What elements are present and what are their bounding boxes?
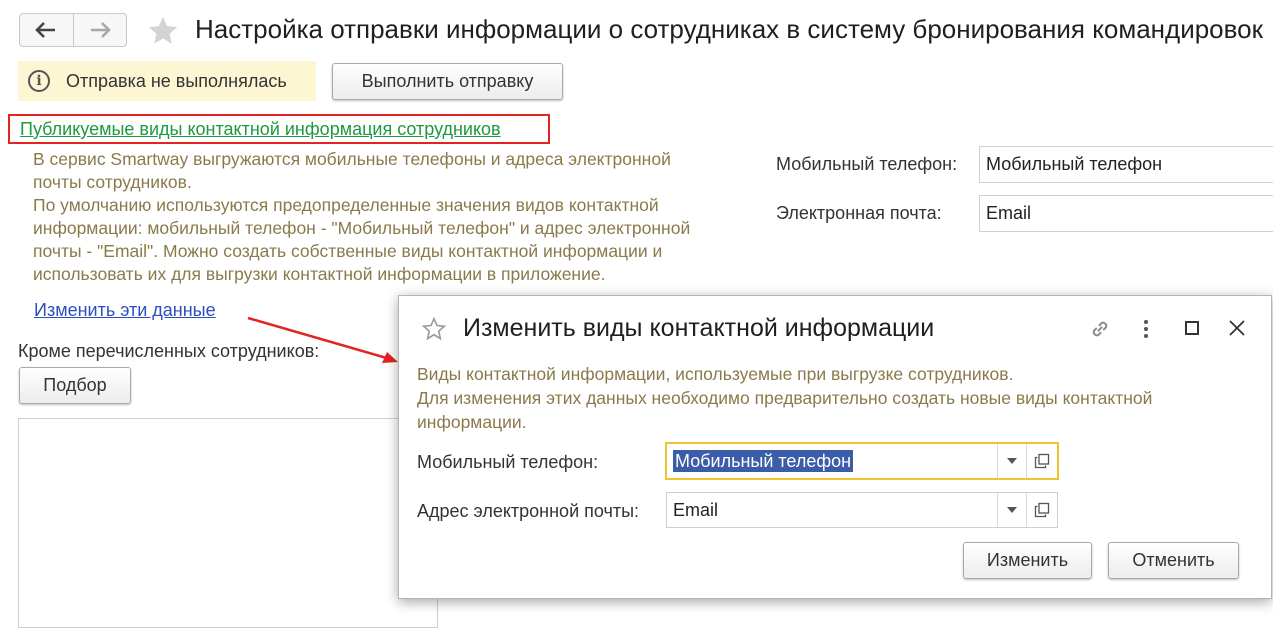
star-icon bbox=[148, 16, 178, 44]
dialog-email-label: Адрес электронной почты: bbox=[417, 501, 640, 521]
more-icon bbox=[1144, 320, 1148, 338]
description-line: почты - "Email". Можно создать собственн… bbox=[33, 241, 663, 261]
email-field[interactable]: Email bbox=[979, 195, 1273, 232]
section-description: В сервис Smartway выгружаются мобильные … bbox=[33, 148, 768, 286]
description-line: информации: мобильный телефон - "Мобильн… bbox=[33, 218, 691, 238]
dialog-email-value: Email bbox=[673, 499, 719, 520]
page-title: Настройка отправки информации о сотрудни… bbox=[195, 14, 1263, 44]
chevron-down-icon bbox=[1007, 458, 1017, 464]
employees-list[interactable] bbox=[18, 418, 438, 628]
edit-contact-types-dialog: Изменить виды контактной информации Виды… bbox=[398, 295, 1272, 599]
status-banner: i Отправка не выполнялась bbox=[18, 61, 316, 101]
email-open-button[interactable] bbox=[1026, 493, 1057, 527]
dialog-change-button[interactable]: Изменить bbox=[963, 542, 1092, 579]
nav-buttons bbox=[19, 13, 127, 47]
email-label: Электронная почта: bbox=[776, 203, 942, 223]
more-button[interactable] bbox=[1139, 318, 1153, 345]
change-data-link[interactable]: Изменить эти данные bbox=[34, 300, 216, 321]
mobile-dropdown-button[interactable] bbox=[997, 444, 1026, 478]
dialog-mobile-label: Мобильный телефон: bbox=[417, 452, 599, 472]
dialog-email-select[interactable]: Email bbox=[666, 492, 1058, 528]
mobile-open-button[interactable] bbox=[1026, 444, 1057, 478]
close-button[interactable] bbox=[1227, 318, 1247, 343]
dialog-mobile-select[interactable]: Мобильный телефон bbox=[665, 442, 1059, 480]
link-icon bbox=[1092, 321, 1108, 337]
close-icon bbox=[1229, 320, 1245, 336]
except-employees-label: Кроме перечисленных сотрудников: bbox=[18, 341, 320, 361]
email-dropdown-button[interactable] bbox=[997, 493, 1026, 527]
back-button[interactable] bbox=[20, 14, 73, 46]
published-contact-types-link[interactable]: Публикуемые виды контактной информация с… bbox=[20, 119, 501, 140]
back-arrow-icon bbox=[35, 22, 56, 38]
status-text: Отправка не выполнялась bbox=[66, 70, 287, 91]
maximize-icon bbox=[1185, 321, 1199, 335]
dialog-note: Виды контактной информации, используемые… bbox=[417, 362, 1152, 434]
forward-arrow-icon bbox=[90, 22, 111, 38]
note-line: Виды контактной информации, используемые… bbox=[417, 364, 1014, 384]
link-button[interactable] bbox=[1087, 316, 1113, 347]
info-icon: i bbox=[28, 70, 50, 92]
description-line: В сервис Smartway выгружаются мобильные … bbox=[33, 149, 671, 169]
dialog-cancel-button[interactable]: Отменить bbox=[1108, 542, 1239, 579]
chevron-down-icon bbox=[1007, 507, 1017, 513]
select-button[interactable]: Подбор bbox=[19, 367, 131, 404]
description-line: По умолчанию используются предопределенн… bbox=[33, 195, 659, 215]
mobile-label: Мобильный телефон: bbox=[776, 154, 958, 174]
star-icon bbox=[421, 316, 447, 341]
forward-button[interactable] bbox=[72, 14, 127, 46]
run-send-button[interactable]: Выполнить отправку bbox=[332, 63, 563, 100]
maximize-button[interactable] bbox=[1184, 320, 1200, 341]
note-line: Для изменения этих данных необходимо пре… bbox=[417, 388, 1153, 408]
description-line: использовать их для выгрузки контактной … bbox=[33, 264, 606, 284]
note-line: информации. bbox=[417, 412, 527, 432]
published-contact-types-highlight: Публикуемые виды контактной информация с… bbox=[8, 114, 550, 144]
dialog-mobile-value: Мобильный телефон bbox=[673, 449, 854, 472]
favorite-star[interactable] bbox=[146, 14, 180, 53]
description-line: почты сотрудников. bbox=[33, 172, 192, 192]
open-icon bbox=[1034, 502, 1050, 518]
dialog-favorite[interactable] bbox=[421, 316, 447, 347]
dialog-title: Изменить виды контактной информации bbox=[463, 314, 935, 342]
open-icon bbox=[1034, 453, 1050, 469]
mobile-field[interactable]: Мобильный телефон bbox=[979, 146, 1273, 183]
